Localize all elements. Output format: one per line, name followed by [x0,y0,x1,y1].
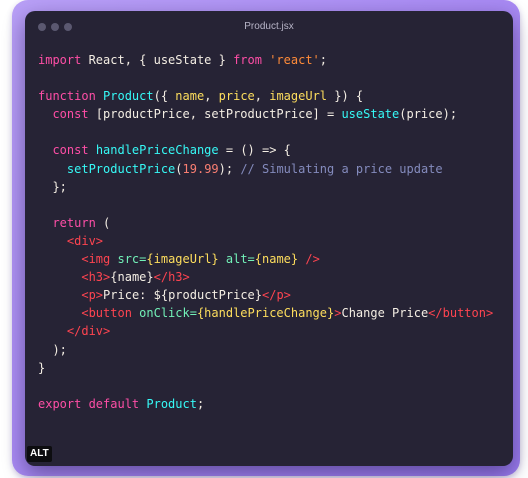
code-token: = () => { [218,143,291,158]
code-token: handlePriceChange [95,143,219,158]
code-token: 19.99 [182,161,219,176]
code-token: ( [175,161,183,176]
code-token: <p> [81,288,104,303]
code-token: ( [103,215,111,230]
code-token: </div> [66,324,111,339]
code-token: <button [81,306,140,321]
code-line: <h3>{name}</h3> [38,268,493,286]
code-line: const handlePriceChange = () => { [38,141,493,159]
code-token: price [218,89,255,104]
code-token: (price); [399,107,458,122]
code-token: onClick= [139,306,197,321]
code-token: }) { [327,89,364,104]
code-token: from [233,53,270,67]
code-token: // Simulating a price update [240,161,443,176]
code-token: {imageUrl} [146,252,219,267]
code-token: return [52,215,104,230]
code-token: useState [341,107,400,122]
code-token: Product [103,89,154,104]
code-token: default [88,396,147,411]
code-token: [productPrice, setProductPrice] = [95,107,342,122]
code-token: {handlePriceChange} [196,306,335,321]
code-token: }; [38,179,67,194]
code-line: } [38,359,493,377]
code-token: } [38,360,46,375]
code-token: {name} [254,252,299,267]
code-token: ); [38,342,67,357]
code-token: Product [146,396,197,411]
code-line: ); [38,341,493,359]
code-token: imageUrl [269,89,328,104]
code-token: ; [319,53,328,67]
code-token: <img [81,252,118,267]
code-token: , [254,89,270,104]
code-token: const [52,143,96,158]
code-token: function [38,89,104,104]
code-token: 'react' [269,53,320,67]
window-titlebar: Product.jsx [25,11,513,44]
code-token: </p> [262,288,291,303]
code-line: <div> [38,232,493,250]
code-line: </div> [38,322,493,340]
code-token: ({ [153,89,176,104]
code-token: src= [117,252,147,267]
code-token: ); [218,161,241,176]
code-token: Change Price [341,306,429,321]
code-token: </h3> [153,270,190,285]
code-line: <p>Price: ${productPrice}</p> [38,286,493,304]
code-block: import React, { useState } from 'react';… [38,51,493,413]
code-token: </button> [428,306,494,321]
code-token: {name} [110,270,154,285]
code-token: import [38,53,89,67]
code-token: name [175,89,205,104]
code-line: <button onClick={handlePriceChange}>Chan… [38,304,493,322]
code-line: import React, { useState } from 'react'; [38,51,493,69]
alt-text-badge[interactable]: ALT [27,446,52,462]
code-token: const [52,107,96,122]
code-token: /> [298,252,320,267]
code-line: }; [38,178,493,196]
code-token: alt= [225,252,255,267]
code-token: ; [196,396,205,411]
code-line: const [productPrice, setProductPrice] = … [38,105,493,123]
code-line: return ( [38,214,493,232]
code-line: function Product({ name, price, imageUrl… [38,87,493,105]
code-line: export default Product; [38,395,493,413]
code-line: <img src={imageUrl} alt={name} /> [38,250,493,268]
code-token: React, { useState } [88,53,234,67]
code-token: <div> [66,233,104,248]
code-window: Product.jsx import React, { useState } f… [25,11,513,466]
code-token: , [204,89,219,104]
code-token: <h3> [81,270,111,285]
code-line: setProductPrice(19.99); // Simulating a … [38,160,493,178]
code-token: export [38,396,89,411]
code-token: setProductPrice [66,161,176,176]
code-token: Price: ${productPrice} [103,288,262,303]
window-title: Product.jsx [244,21,294,32]
